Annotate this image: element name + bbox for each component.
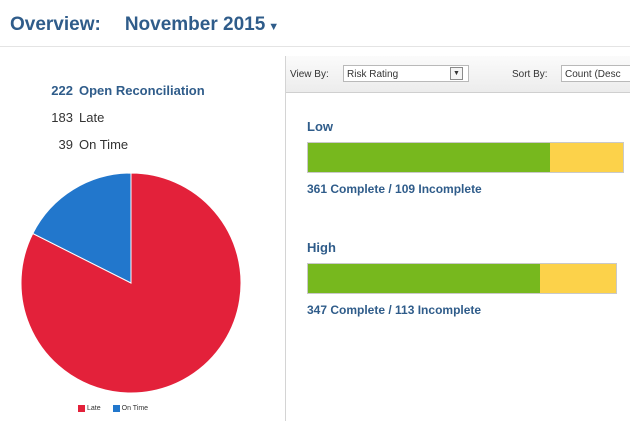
view-by-value: Risk Rating [347,69,399,80]
incomplete-segment-high [540,264,616,293]
view-toolbar: View By: Risk Rating ▼ Sort By: Count (D… [286,56,630,93]
group-title-high: High [307,240,336,255]
risk-group-high: High 347 Complete / 113 Incomplete [307,240,617,317]
legend-late-label: Late [87,405,101,412]
view-by-select[interactable]: Risk Rating ▼ [343,65,469,82]
header-divider [0,46,630,47]
caret-down-icon: ▼ [268,21,280,33]
period-label: November 2015 [124,14,266,35]
open-count: 222 [51,83,73,98]
progress-bar-low[interactable] [307,142,624,173]
page-title: Overview: [10,14,101,35]
progress-bar-high[interactable] [307,263,617,294]
status-pie-chart[interactable] [19,171,243,395]
period-dropdown[interactable]: November 2015 ▼ [125,14,279,36]
risk-group-low: Low 361 Complete / 109 Incomplete [307,119,624,196]
view-by-label: View By: [290,69,329,80]
legend-item-late: Late [78,405,101,412]
legend-on-time-label: On Time [121,405,149,412]
late-count: 183 [51,110,73,125]
risk-rating-panel: View By: Risk Rating ▼ Sort By: Count (D… [286,56,630,421]
group-title-low: Low [307,119,333,134]
reconciliation-summary-panel: 222 Open Reconciliation 183 Late 39 On Time… [0,48,285,421]
late-label: Late [79,110,105,125]
open-label: Open Reconciliation [79,83,205,98]
complete-segment-low [308,143,550,172]
on-time-count: 39 [58,137,73,152]
late-swatch [78,405,85,412]
incomplete-segment-low [549,143,623,172]
legend-item-on-time: On Time [112,405,149,412]
complete-segment-high [308,264,541,293]
sort-by-value: Count (Desc [565,69,621,80]
overview-header: Overview: November 2015 ▼ [10,14,279,44]
group-summary-low[interactable]: 361 Complete / 109 Incomplete [307,182,624,196]
sort-by-label: Sort By: [512,69,548,80]
open-reconciliation-link[interactable]: 222 Open Reconciliation [43,83,205,98]
dropdown-arrow-icon[interactable]: ▼ [450,67,463,80]
pie-legend: Late On Time [78,405,160,412]
on-time-stat: 39 On Time [43,137,129,152]
late-stat: 183 Late [43,110,104,125]
on-time-swatch [112,405,120,412]
sort-by-select[interactable]: Count (Desc [561,65,630,82]
on-time-label: On Time [79,137,129,152]
group-summary-high[interactable]: 347 Complete / 113 Incomplete [307,303,617,317]
